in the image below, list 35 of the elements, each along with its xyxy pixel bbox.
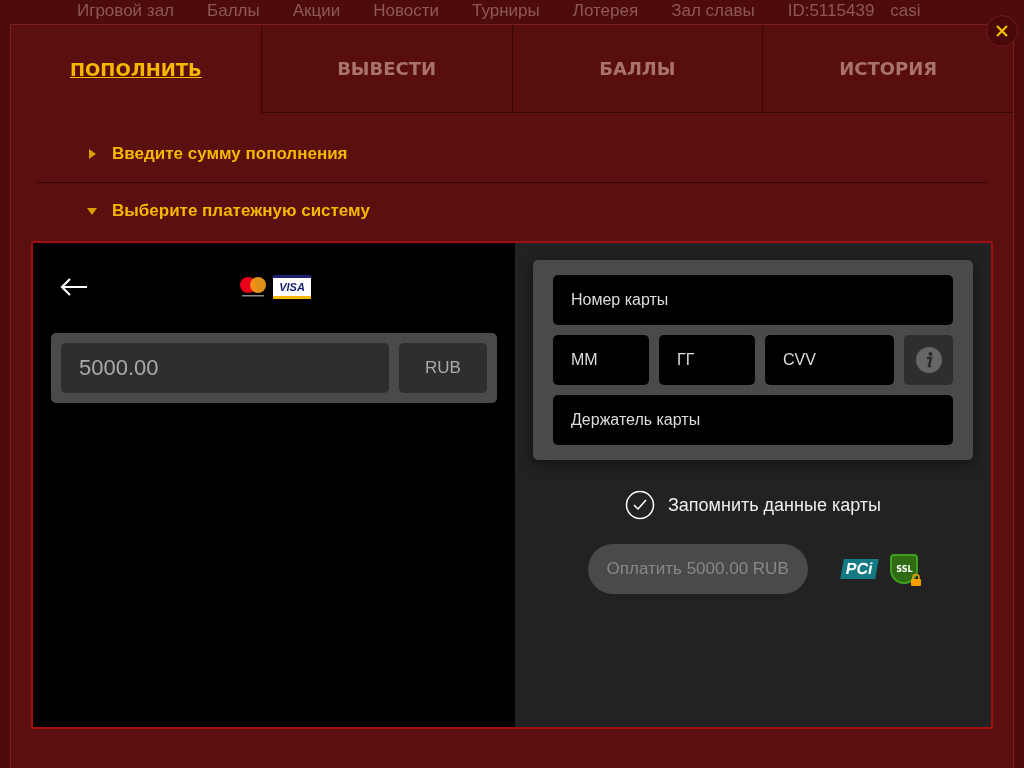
tab[interactable]: ВЫВЕСТИ [260,25,512,113]
card-holder-field[interactable]: Держатель карты [553,395,953,445]
nav-link[interactable]: Турниры [472,1,540,21]
caret-down-icon[interactable] [87,206,97,216]
amount-field[interactable]: 5000.00 [61,343,389,393]
checkbox-label[interactable]: Запомнить данные карты [667,494,882,516]
caret-right-icon[interactable] [87,149,97,159]
cvv-field[interactable]: CVV [765,335,894,385]
checkbox[interactable] [624,490,655,520]
currency-selector[interactable]: RUB [399,343,487,393]
tab[interactable]: ИСТОРИЯ [762,25,1013,113]
nav-link[interactable]: Акции [292,1,341,21]
tab[interactable]: ПОПОЛНИТЬ [11,25,261,113]
nav-link[interactable]: Лотерея [572,1,639,21]
close-icon [996,25,1008,37]
nav-link[interactable]: Зал славы [671,1,755,21]
year-field[interactable]: ГГ [659,335,755,385]
tab[interactable]: БАЛЛЫ [511,25,763,113]
nav-link[interactable]: Игровой зал [77,1,174,21]
user-id: ID:5115439 [787,1,875,21]
info-button[interactable] [904,335,953,385]
nav-link[interactable]: Новости [373,1,439,21]
close-button[interactable] [986,15,1018,47]
month-field[interactable]: ММ [553,335,649,385]
section-title[interactable]: Выберите платежную систему [112,201,370,221]
visa-logo: VISA [273,275,311,299]
back-arrow-icon[interactable] [59,277,89,297]
info-icon [915,347,942,373]
nav-label: casi [890,1,921,21]
ssl-shield-logo: SSL [890,554,919,584]
card-number-field[interactable]: Номер карты [553,275,953,325]
pci-logo: PCi [839,559,879,579]
section-title[interactable]: Введите сумму пополнения [112,144,348,164]
nav-link[interactable]: Баллы [207,1,260,21]
card-brand-icon [239,275,267,299]
